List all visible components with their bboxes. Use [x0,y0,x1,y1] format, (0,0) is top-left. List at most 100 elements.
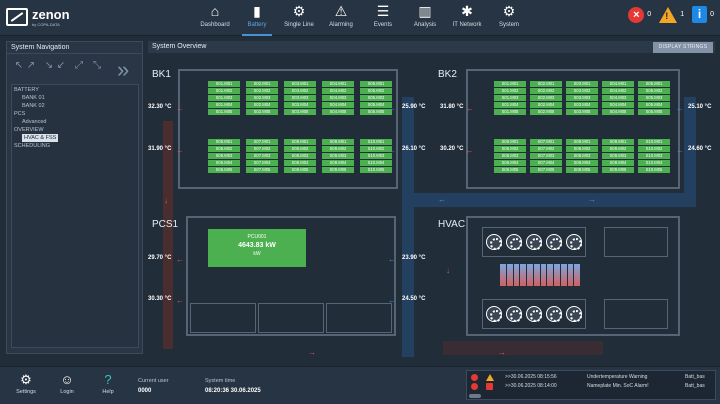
nav-events[interactable]: ☰ Events [362,0,404,36]
battery-module[interactable]: S08.M04 [284,160,316,166]
battery-module[interactable]: S02.M05 [530,109,562,115]
arrow-se-icon[interactable]: ↙ [55,60,67,72]
battery-module[interactable]: S07.M04 [530,160,562,166]
battery-module[interactable]: S04.M05 [602,109,634,115]
battery-module[interactable]: S03.M03 [284,95,316,101]
battery-module[interactable]: S05.M01 [638,81,670,87]
battery-module[interactable]: S09.M05 [602,167,634,173]
arrow-ne-icon[interactable]: ↗ [25,60,37,72]
battery-module[interactable]: S10.M05 [360,167,392,173]
battery-module[interactable]: S02.M01 [530,81,562,87]
battery-module[interactable]: S03.M01 [284,81,316,87]
tree-item[interactable]: BANK 01 [14,94,136,102]
battery-module[interactable]: S07.M02 [246,146,278,152]
battery-module[interactable]: S05.M04 [638,102,670,108]
battery-module[interactable]: S08.M01 [284,139,316,145]
battery-module[interactable]: S10.M04 [360,160,392,166]
battery-module[interactable]: S03.M05 [566,109,598,115]
login-button[interactable]: ☺ Login [52,371,82,395]
battery-module[interactable]: S08.M03 [284,153,316,159]
battery-module[interactable]: S04.M01 [322,81,354,87]
battery-module[interactable]: S02.M01 [246,81,278,87]
battery-module[interactable]: S09.M02 [602,146,634,152]
battery-module[interactable]: S09.M05 [322,167,354,173]
battery-module[interactable]: S07.M01 [530,139,562,145]
battery-module[interactable]: S08.M02 [284,146,316,152]
battery-module[interactable]: S05.M02 [360,88,392,94]
nav-dashboard[interactable]: ⌂ Dashboard [194,0,236,36]
battery-module[interactable]: S08.M03 [566,153,598,159]
battery-module[interactable]: S03.M03 [566,95,598,101]
battery-module[interactable]: S02.M02 [530,88,562,94]
nav-battery[interactable]: ▮ Battery [236,0,278,36]
battery-module[interactable]: S01.M01 [208,81,240,87]
nav-alarming[interactable]: ⚠ Alarming [320,0,362,36]
battery-module[interactable]: S09.M03 [322,153,354,159]
nav-analysis[interactable]: ▥ Analysis [404,0,446,36]
battery-module[interactable]: S10.M04 [638,160,670,166]
battery-module[interactable]: S06.M02 [208,146,240,152]
battery-module[interactable]: S01.M05 [208,109,240,115]
alarm-row[interactable]: >>30.06.2025 08:14:00 Nameplate Min. SoC… [467,382,717,391]
battery-module[interactable]: S03.M01 [566,81,598,87]
collapse-icon[interactable]: ⤡ [91,60,103,72]
settings-button[interactable]: ⚙ Settings [11,371,41,395]
battery-module[interactable]: S07.M03 [246,153,278,159]
battery-module[interactable]: S01.M04 [494,102,526,108]
battery-module[interactable]: S06.M01 [494,139,526,145]
battery-module[interactable]: S08.M04 [566,160,598,166]
battery-module[interactable]: S06.M05 [494,167,526,173]
nav-system[interactable]: ⚙ System [488,0,530,36]
tree-item[interactable]: PCS [14,110,136,118]
battery-module[interactable]: S06.M03 [208,153,240,159]
battery-module[interactable]: S08.M05 [284,167,316,173]
tree-item[interactable]: Advanced [14,118,136,126]
battery-module[interactable]: S06.M01 [208,139,240,145]
tree-item[interactable]: BANK 02 [14,102,136,110]
battery-module[interactable]: S06.M05 [208,167,240,173]
battery-module[interactable]: S08.M02 [566,146,598,152]
battery-module[interactable]: S02.M02 [246,88,278,94]
battery-module[interactable]: S05.M02 [638,88,670,94]
battery-module[interactable]: S02.M05 [246,109,278,115]
expand-icon[interactable]: ⤢ [73,60,85,72]
battery-module[interactable]: S05.M03 [360,95,392,101]
nav-single-line[interactable]: ⚙ Single Line [278,0,320,36]
battery-module[interactable]: S07.M01 [246,139,278,145]
battery-module[interactable]: S03.M02 [566,88,598,94]
arrow-nw-icon[interactable]: ↖ [13,60,25,72]
battery-module[interactable]: S05.M01 [360,81,392,87]
battery-module[interactable]: S10.M01 [638,139,670,145]
display-strings-button[interactable]: DISPLAY STRINGS [653,42,713,53]
chevron-right-icon[interactable]: » [117,58,129,82]
battery-module[interactable]: S03.M05 [284,109,316,115]
battery-module[interactable]: S04.M04 [322,102,354,108]
battery-module[interactable]: S04.M04 [602,102,634,108]
battery-module[interactable]: S08.M05 [566,167,598,173]
error-alert[interactable]: × 0 [628,6,651,23]
battery-module[interactable]: S01.M03 [494,95,526,101]
battery-module[interactable]: S04.M02 [322,88,354,94]
battery-module[interactable]: S07.M04 [246,160,278,166]
battery-module[interactable]: S02.M04 [530,102,562,108]
battery-module[interactable]: S09.M04 [602,160,634,166]
battery-module[interactable]: S10.M03 [638,153,670,159]
tree-item[interactable]: BATTERY [14,86,136,94]
battery-module[interactable]: S04.M03 [322,95,354,101]
battery-module[interactable]: S01.M02 [494,88,526,94]
battery-module[interactable]: S05.M05 [638,109,670,115]
nav-it-network[interactable]: ✱ IT Network [446,0,488,36]
battery-module[interactable]: S09.M01 [602,139,634,145]
battery-module[interactable]: S10.M02 [638,146,670,152]
battery-module[interactable]: S04.M02 [602,88,634,94]
battery-module[interactable]: S04.M03 [602,95,634,101]
battery-module[interactable]: S06.M02 [494,146,526,152]
battery-module[interactable]: S05.M03 [638,95,670,101]
battery-module[interactable]: S09.M04 [322,160,354,166]
battery-module[interactable]: S03.M04 [284,102,316,108]
arrow-sw-icon[interactable]: ↘ [43,60,55,72]
alarm-row[interactable]: >>30.06.2025 08:15:56 Undertemperature W… [467,373,717,382]
battery-module[interactable]: S03.M02 [284,88,316,94]
battery-module[interactable]: S10.M01 [360,139,392,145]
battery-module[interactable]: S02.M04 [246,102,278,108]
